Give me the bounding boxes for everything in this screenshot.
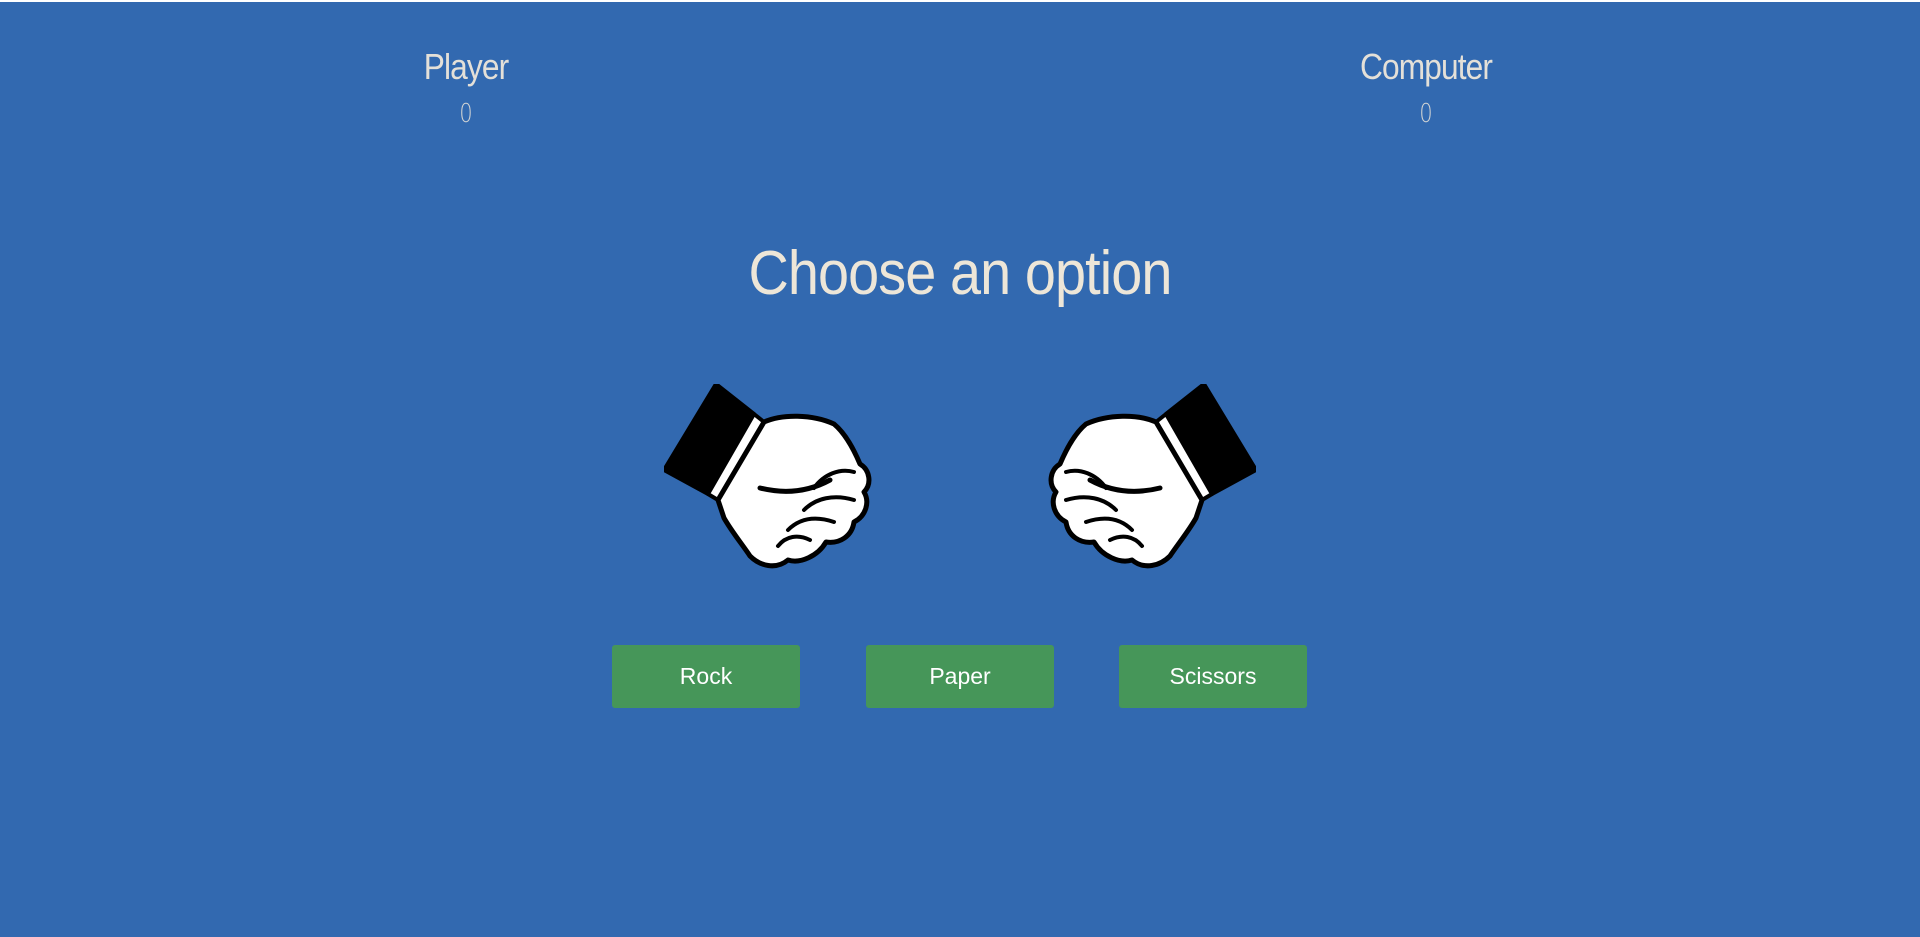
game-screen: Player 0 Computer 0 Choose an option Roc… [0,2,1920,937]
computer-score-panel: Computer 0 [1276,42,1576,132]
player-score: 0 [459,99,473,129]
rock-button[interactable]: Rock [612,645,800,708]
computer-label: Computer [1359,46,1493,87]
scissors-button[interactable]: Scissors [1119,645,1307,708]
computer-hand [1046,384,1256,574]
computer-score: 0 [1419,99,1433,129]
choose-prompt: Choose an option [748,239,1172,308]
rock-fist-icon [664,384,872,569]
player-label: Player [423,46,509,87]
paper-button[interactable]: Paper [866,645,1054,708]
rock-fist-icon [1048,384,1256,569]
player-score-panel: Player 0 [316,42,616,132]
player-hand [664,384,874,574]
